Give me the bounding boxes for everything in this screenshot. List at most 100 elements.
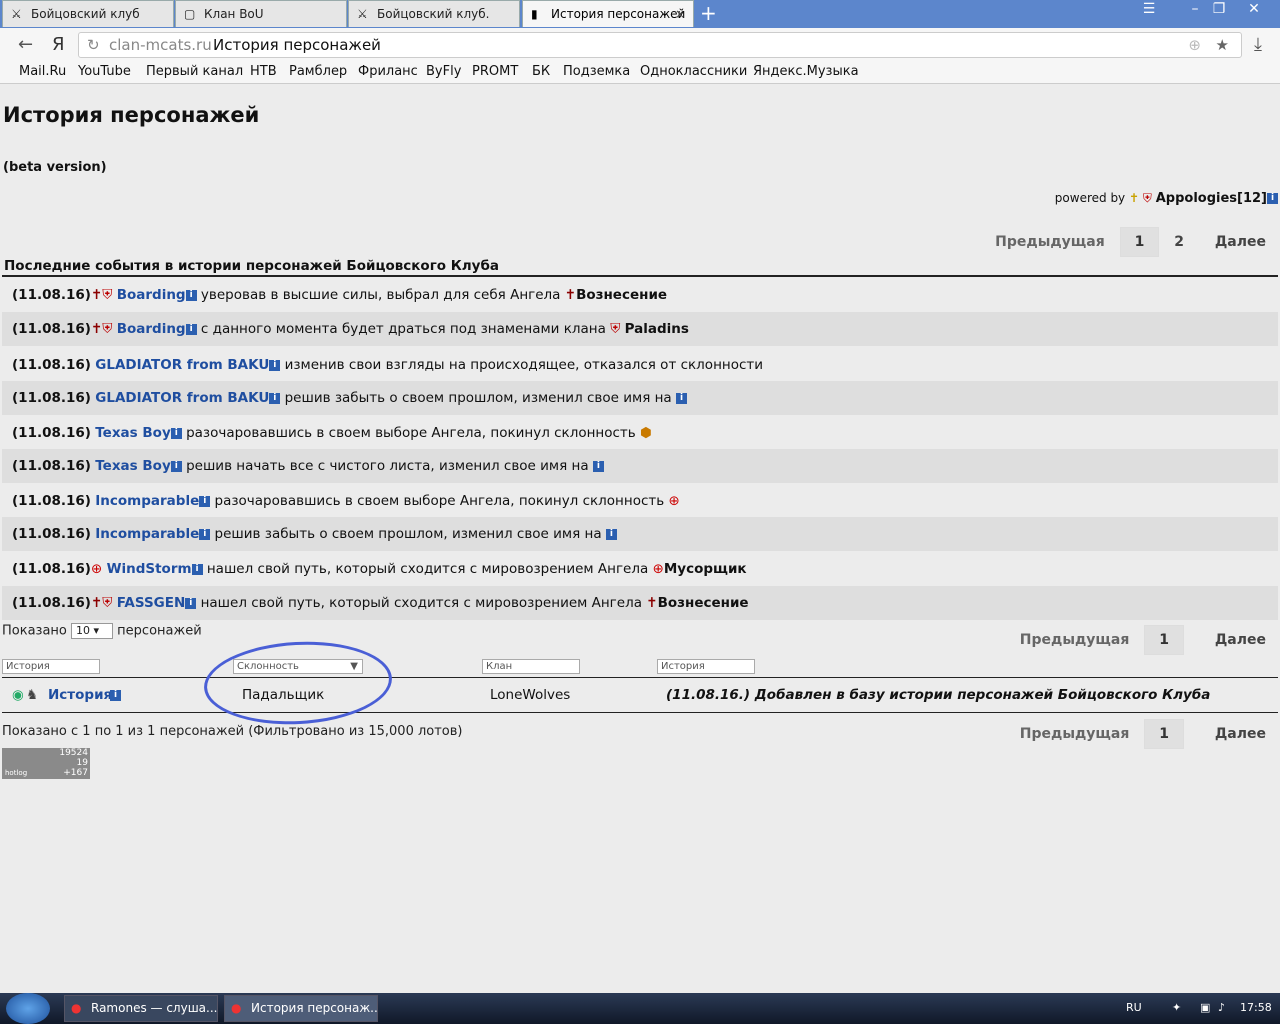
pager-mid: Предыдущая 1 Далее [1010,625,1266,655]
history2-filter-input[interactable]: История [657,659,755,674]
page-title: История персонажей [3,103,260,127]
yandex-icon: ● [231,1001,242,1015]
tab-1[interactable]: ⚔ Бойцовский клуб [2,0,174,27]
language-indicator[interactable]: RU [1126,1001,1142,1014]
yandex-button[interactable]: Я [52,34,65,55]
bookmark[interactable]: НТВ [250,64,277,79]
prev-button[interactable]: Предыдущая [1020,632,1130,648]
restore-icon[interactable]: ❐ [1208,0,1230,20]
tray-icon[interactable]: ✦ [1172,1001,1181,1014]
info-icon[interactable]: i [592,460,604,472]
section-title: Последние события в истории персонажей Б… [2,256,1278,277]
next-button[interactable]: Далее [1215,726,1266,742]
info-icon[interactable]: i [269,359,281,371]
page-size-select[interactable]: 10 ▾ [71,623,114,639]
info-icon[interactable]: i [269,392,281,404]
info-icon[interactable]: i [185,323,197,335]
filter-row: История Склонность ▼ Клан История [2,656,1278,678]
info-icon[interactable]: i [199,528,211,540]
result-nick[interactable]: История [48,678,112,713]
url-host: clan-mcats.ru [109,36,212,54]
back-icon[interactable]: ← [18,34,33,55]
minimize-icon[interactable]: – [1184,0,1206,20]
alignment-icon: ⊕ [668,493,680,509]
info-icon[interactable]: i [199,495,211,507]
next-button[interactable]: Далее [1215,234,1266,250]
page-icon: ▮ [531,7,538,21]
info-icon[interactable]: i [605,528,617,540]
clan-filter-input[interactable]: Клан [482,659,580,674]
info-icon[interactable]: i [1267,193,1278,204]
translate-icon[interactable]: ⊕ [1188,33,1201,57]
info-icon[interactable]: i [170,427,182,439]
cross-icon: ✝ [646,595,658,611]
prev-button[interactable]: Предыдущая [995,234,1105,250]
tab-bar: ⚔ Бойцовский клуб ▢ Клан BoU ⚔ Бойцовский к… [0,0,1280,28]
alignment-icon: ⊕ [652,561,664,577]
shown-total: Показано с 1 по 1 из 1 персонажей (Фильт… [2,724,463,739]
bookmark[interactable]: Mail.Ru [19,64,66,79]
page-1-button[interactable]: 1 [1144,719,1184,749]
page-1-button[interactable]: 1 [1119,227,1160,257]
reload-icon[interactable]: ↻ [87,33,100,57]
start-button[interactable] [6,993,50,1024]
shield-icon: ⛨ [1142,191,1152,205]
new-tab-button[interactable]: + [700,3,717,23]
address-bar: ← Я ↻ clan-mcats.ru История персонажей ⊕… [0,28,1280,62]
bookmark[interactable]: PROMT [472,64,518,79]
author-link[interactable]: Appologies[12] [1156,191,1267,206]
result-clan: LoneWolves [490,687,571,703]
info-icon[interactable]: i [185,289,197,301]
bookmark[interactable]: Яндекс.Музыка [753,64,859,79]
bookmark[interactable]: Фриланс [358,64,418,79]
star-icon[interactable]: ★ [1216,33,1229,57]
event-row: (11.08.16) Texas Boy i разочаровавшись в … [12,425,652,441]
alignment-icon: ⊕ [90,561,103,577]
menu-icon[interactable]: ☰ [1136,0,1162,20]
bookmark[interactable]: Рамблер [289,64,347,79]
shield-icon: ⛨ [102,287,113,303]
bookmark[interactable]: Подземка [563,64,630,79]
cross-icon: ✝ [1128,191,1140,205]
bookmark[interactable]: YouTube [78,64,131,79]
volume-icon[interactable]: ♪ [1218,1001,1225,1014]
tab-4-active[interactable]: ▮ История персонажей × [522,0,694,27]
info-icon[interactable]: i [170,460,182,472]
event-row: (11.08.16) Incomparable i решив забыть о … [2,517,1278,551]
download-icon[interactable]: ⤓ [1254,34,1262,55]
info-icon[interactable]: i [191,563,203,575]
hotlog-counter[interactable]: 19524 19 +167 hotlog [2,748,90,779]
taskbar-item[interactable]: ● Ramones — слуша... [64,995,218,1022]
close-tab-icon[interactable]: × [675,1,685,27]
cross-icon: ✝ [90,287,103,303]
event-row: (11.08.16) Texas Boy i решив начать все с… [2,449,1278,483]
tab-3[interactable]: ⚔ Бойцовский клуб. [348,0,520,27]
prev-button[interactable]: Предыдущая [1020,726,1130,742]
bookmark[interactable]: ByFly [426,64,461,79]
bookmark[interactable]: БК [532,64,550,79]
network-icon[interactable]: ▣ [1200,1001,1210,1014]
bookmark[interactable]: Первый канал [146,64,243,79]
history-filter-input[interactable]: История [2,659,100,674]
info-icon[interactable]: i [110,690,121,701]
alignment-icon: ◉ [12,687,24,703]
bookmark[interactable]: Одноклассники [640,64,747,79]
bookmarks-bar: Mail.Ru YouTube Первый канал НТВ Рамблер… [0,62,1280,84]
shield-icon: ⛨ [102,595,113,611]
taskbar-item-active[interactable]: ● История персонаж... [224,995,378,1022]
url-field[interactable]: ↻ clan-mcats.ru История персонажей ⊕ ★ [78,32,1242,58]
alignment-icon: ⬢ [640,425,652,441]
next-button[interactable]: Далее [1215,632,1266,648]
info-icon[interactable]: i [185,597,197,609]
yandex-icon: ● [71,1001,82,1015]
cross-icon: ✝ [90,321,103,337]
info-icon[interactable]: i [676,392,688,404]
tab-2[interactable]: ▢ Клан BoU [175,0,347,27]
event-row: (11.08.16)✝⛨ Boarding i с данного момента… [2,312,1278,346]
event-row: (11.08.16) GLADIATOR from BAKU i изменив … [12,357,764,373]
page-2-button[interactable]: 2 [1174,234,1184,250]
event-row: (11.08.16)✝⛨ Boarding i уверовав в высшие… [12,287,668,303]
page-content: История персонажей (beta version) powere… [0,85,1280,993]
close-window-icon[interactable]: ✕ [1240,0,1268,20]
page-1-button[interactable]: 1 [1144,625,1184,655]
